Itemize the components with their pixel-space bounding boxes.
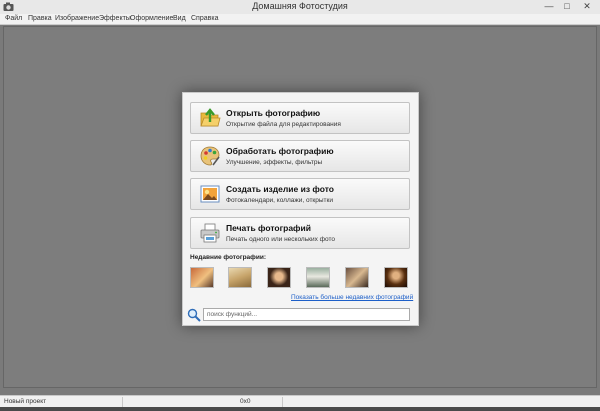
open-folder-icon — [200, 108, 221, 127]
status-divider — [122, 397, 123, 407]
maximize-button[interactable]: □ — [558, 0, 576, 13]
recent-photo-thumbnail[interactable] — [228, 267, 252, 288]
action-description: Улучшение, эффекты, фильтры — [226, 159, 323, 166]
action-description: Фотокалендари, коллажи, открытки — [226, 197, 334, 204]
search-icon — [187, 308, 201, 322]
menu-help[interactable]: Справка — [191, 15, 218, 22]
status-divider — [282, 397, 283, 407]
status-image-size: 0x0 — [240, 398, 251, 405]
menu-view[interactable]: Вид — [173, 15, 186, 22]
recent-photo-thumbnail[interactable] — [384, 267, 408, 288]
action-description: Печать одного или нескольких фото — [226, 236, 335, 243]
menu-bar: Файл Правка Изображение Эффекты Оформлен… — [0, 14, 600, 25]
window-title: Домашняя Фотостудия — [252, 1, 348, 11]
action-title: Обработать фотографию — [226, 146, 334, 156]
status-project: Новый проект — [4, 398, 47, 405]
close-button[interactable]: ✕ — [576, 0, 598, 13]
action-title: Печать фотографий — [226, 223, 311, 233]
title-bar: Домашняя Фотостудия — □ ✕ — [0, 0, 600, 14]
function-search-input[interactable] — [203, 308, 410, 321]
edit-photo-button[interactable]: Обработать фотографию Улучшение, эффекты… — [190, 140, 410, 172]
menu-file[interactable]: Файл — [5, 15, 22, 22]
recent-photo-thumbnail[interactable] — [267, 267, 291, 288]
menu-design[interactable]: Оформление — [130, 15, 173, 22]
photo-frame-icon — [200, 185, 220, 203]
menu-effects[interactable]: Эффекты — [99, 15, 131, 22]
recent-photo-thumbnail[interactable] — [190, 267, 214, 288]
create-product-button[interactable]: Создать изделие из фото Фотокалендари, к… — [190, 178, 410, 210]
printer-icon — [200, 223, 220, 243]
action-title: Открыть фотографию — [226, 108, 321, 118]
recent-photos-heading: Недавние фотографии: — [190, 254, 267, 261]
show-more-recent-link[interactable]: Показать больше недавних фотографий — [291, 294, 413, 301]
action-title: Создать изделие из фото — [226, 184, 334, 194]
recent-photo-thumbnail[interactable] — [306, 267, 330, 288]
print-photos-button[interactable]: Печать фотографий Печать одного или неск… — [190, 217, 410, 249]
menu-edit[interactable]: Правка — [28, 15, 52, 22]
recent-photo-thumbnail[interactable] — [345, 267, 369, 288]
minimize-button[interactable]: — — [540, 0, 558, 13]
window-bottom-edge — [0, 407, 600, 411]
menu-image[interactable]: Изображение — [55, 15, 99, 22]
action-description: Открытие файла для редактирования — [226, 121, 341, 128]
open-photo-button[interactable]: Открыть фотографию Открытие файла для ре… — [190, 102, 410, 134]
palette-icon — [200, 146, 220, 166]
status-bar: Новый проект 0x0 — [0, 395, 600, 407]
